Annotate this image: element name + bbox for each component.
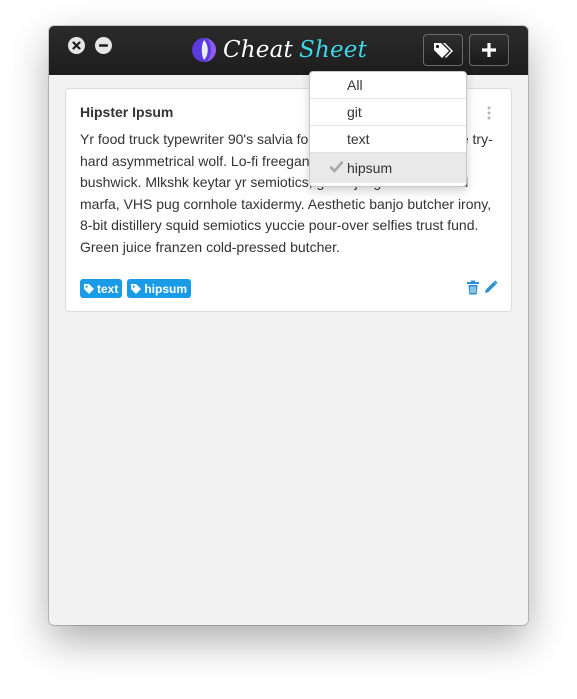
note-tags: text hipsum (80, 279, 192, 298)
more-options-icon[interactable] (487, 106, 491, 120)
app-title-part1: Cheat (223, 37, 293, 63)
tag-filter-option-all[interactable]: All (310, 72, 466, 99)
tag-icon (131, 283, 142, 294)
option-label: git (347, 104, 362, 120)
tag-label: text (97, 281, 119, 296)
title-bar: Cheat Sheet (49, 26, 528, 75)
tag-filter-option-text[interactable]: text (310, 126, 466, 153)
add-note-button[interactable] (469, 34, 509, 66)
tag-icon (84, 283, 94, 294)
tag-filter-option-hipsum[interactable]: hipsum (310, 153, 466, 183)
tag-label: hipsum (144, 281, 188, 296)
tags-filter-button[interactable] (423, 34, 463, 66)
close-icon (72, 41, 81, 50)
checkmark-icon (330, 161, 343, 173)
trash-icon[interactable] (466, 280, 480, 295)
app-title-part2: Sheet (298, 37, 368, 63)
minimize-window-button[interactable] (95, 37, 112, 54)
option-label: text (347, 131, 370, 147)
edit-pencil-icon[interactable] (484, 280, 498, 294)
logo-icon (192, 38, 216, 62)
close-window-button[interactable] (68, 37, 85, 54)
tag-filter-option-git[interactable]: git (310, 99, 466, 126)
app-logo: Cheat Sheet (191, 32, 367, 68)
tag-badge-text[interactable]: text (80, 279, 123, 298)
minimize-icon (99, 44, 108, 47)
tag-filter-dropdown: All git text hipsum (309, 71, 467, 187)
tag-badge-hipsum[interactable]: hipsum (127, 279, 192, 298)
note-title: Hipster Ipsum (80, 104, 174, 120)
tags-icon (434, 43, 453, 58)
option-label: All (347, 77, 363, 93)
plus-icon (482, 43, 496, 57)
option-label: hipsum (347, 160, 393, 176)
note-actions (466, 280, 498, 295)
